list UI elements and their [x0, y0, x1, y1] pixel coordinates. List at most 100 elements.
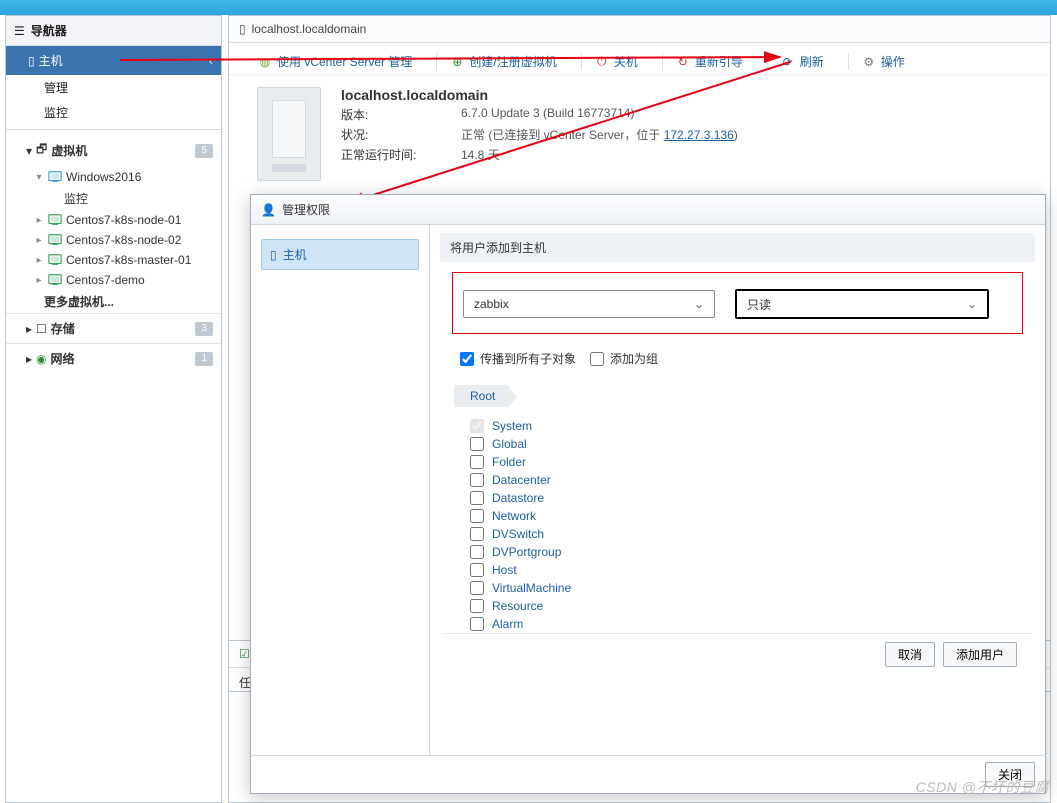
tool-refresh[interactable]: ⟳ 刷新 — [767, 53, 836, 70]
perm-label: VirtualMachine — [492, 581, 571, 595]
expander-icon[interactable]: ▾ — [26, 144, 32, 158]
expander-icon[interactable]: ▸ — [26, 352, 32, 366]
perm-label: Datastore — [492, 491, 544, 505]
perm-item-datacenter[interactable]: Datacenter — [470, 471, 1031, 489]
perm-label: Datacenter — [492, 473, 551, 487]
perm-checkbox[interactable] — [470, 509, 484, 523]
nav-network[interactable]: ▸ ◉ 网络 1 — [6, 343, 221, 373]
vm-name: Centos7-k8s-node-01 — [66, 213, 181, 227]
nav-host-sub-monitor[interactable]: 监控 — [6, 100, 221, 125]
navigator-panel: ☰ 导航器 ▯ 主机 ‹ 管理 监控 ▾ 🗗 虚拟机 5 ▾Windows201… — [5, 15, 222, 803]
vm-tree-item[interactable]: ▸Centos7-demo — [6, 270, 221, 290]
nav-storage[interactable]: ▸ ☐ 存储 3 — [6, 313, 221, 343]
dialog-main: 将用户添加到主机 zabbix ⌄ 只读 ⌄ 传播到所有子对象 — [430, 225, 1045, 755]
vm-tree-item[interactable]: ▾ Windows2016 — [6, 167, 221, 187]
tool-register-vm[interactable]: ⊕ 创建/注册虚拟机 — [436, 53, 568, 70]
perm-item-network[interactable]: Network — [470, 507, 1031, 525]
tool-reboot[interactable]: ↻ 重新引导 — [662, 53, 755, 70]
vm-tree-item[interactable]: ▸Centos7-k8s-node-02 — [6, 230, 221, 250]
btn-cancel[interactable]: 取消 — [885, 642, 935, 667]
perm-item-resource[interactable]: Resource — [470, 597, 1031, 615]
nav-vm-header[interactable]: ▾ 🗗 虚拟机 5 — [6, 134, 221, 167]
perm-checkbox[interactable] — [470, 581, 484, 595]
vm-tree-more[interactable]: 更多虚拟机... — [6, 290, 221, 313]
navigator-title: 导航器 — [31, 22, 67, 39]
expander-icon[interactable]: ▸ — [34, 275, 44, 286]
perm-item-global[interactable]: Global — [470, 435, 1031, 453]
host-info: localhost.localdomain 版本: 6.7.0 Update 3… — [229, 75, 1050, 189]
dialog-panel-title: 将用户添加到主机 — [440, 233, 1035, 262]
vm-tree-sub-monitor[interactable]: 监控 — [6, 187, 221, 210]
vm-tree: ▾Windows2016监控▸Centos7-k8s-node-01▸Cento… — [6, 167, 221, 313]
perm-item-alarm[interactable]: Alarm — [470, 615, 1031, 633]
perm-item-virtualmachine[interactable]: VirtualMachine — [470, 579, 1031, 597]
btn-close[interactable]: 关闭 — [985, 762, 1035, 787]
label-uptime: 正常运行时间: — [341, 146, 461, 163]
chk-propagate[interactable]: 传播到所有子对象 — [460, 350, 576, 367]
network-icon: ◉ — [36, 352, 46, 366]
perm-breadcrumb-root[interactable]: Root — [454, 385, 507, 407]
perm-label: Global — [492, 437, 527, 451]
datastore-icon: ☐ — [36, 322, 47, 336]
vm-count-badge: 5 — [195, 144, 213, 158]
perm-checkbox[interactable] — [470, 527, 484, 541]
role-select[interactable]: 只读 ⌄ — [735, 289, 989, 319]
chk-add-as-group[interactable]: 添加为组 — [590, 350, 658, 367]
perm-checkbox[interactable] — [470, 491, 484, 505]
chevron-down-icon: ⌄ — [694, 297, 704, 311]
perm-item-dvswitch[interactable]: DVSwitch — [470, 525, 1031, 543]
chevron-left-icon: ‹ — [209, 54, 213, 68]
perm-checkbox[interactable] — [470, 545, 484, 559]
tool-vcenter[interactable]: ◍ 使用 vCenter Server 管理 — [257, 53, 424, 70]
register-vm-icon: ⊕ — [449, 54, 465, 70]
perm-checkbox[interactable] — [470, 599, 484, 613]
expander-icon[interactable]: ▸ — [34, 235, 44, 246]
perm-item-system[interactable]: System — [470, 417, 1031, 435]
btn-add-user[interactable]: 添加用户 — [943, 642, 1017, 667]
perm-checkbox[interactable] — [470, 473, 484, 487]
vcenter-ip-link[interactable]: 172.27.3.136 — [664, 128, 734, 142]
perm-item-dvportgroup[interactable]: DVPortgroup — [470, 543, 1031, 561]
perm-item-datastore[interactable]: Datastore — [470, 489, 1031, 507]
perm-item-folder[interactable]: Folder — [470, 453, 1031, 471]
vm-folder-icon: 🗗 — [36, 140, 47, 161]
host-icon: ▯ — [270, 248, 277, 262]
app-top-strip — [0, 0, 1057, 15]
nav-item-host[interactable]: ▯ 主机 ‹ — [6, 46, 221, 75]
vm-icon — [48, 273, 62, 287]
expander-icon[interactable]: ▾ — [34, 172, 44, 183]
perm-label: Resource — [492, 599, 543, 613]
refresh-icon: ⟳ — [780, 54, 796, 70]
tool-actions[interactable]: ⚙ 操作 — [848, 53, 917, 70]
label-state: 状况: — [341, 126, 461, 143]
vm-tree-item[interactable]: ▸ Centos7-k8s-node-01 — [6, 210, 221, 230]
nav-vm-header-label: 虚拟机 — [51, 142, 87, 159]
perm-checkbox[interactable] — [470, 437, 484, 451]
server-icon: ▯ — [239, 22, 246, 36]
vm-name: Windows2016 — [66, 170, 141, 184]
shutdown-icon: ⏻ — [594, 54, 610, 70]
value-uptime: 14.8 天 — [461, 146, 738, 163]
tool-shutdown[interactable]: ⏻ 关机 — [581, 53, 650, 70]
dialog-title: 管理权限 — [282, 201, 330, 218]
role-select-value: 只读 — [747, 296, 771, 313]
perm-label: DVSwitch — [492, 527, 544, 541]
chk-propagate-box[interactable] — [460, 352, 474, 366]
vcenter-icon: ◍ — [257, 54, 273, 70]
perm-checkbox[interactable] — [470, 455, 484, 469]
chk-addgroup-box[interactable] — [590, 352, 604, 366]
perm-item-host[interactable]: Host — [470, 561, 1031, 579]
dialog-titlebar[interactable]: 👤 管理权限 — [251, 195, 1045, 225]
expander-icon[interactable]: ▸ — [34, 255, 44, 266]
expander-icon[interactable]: ▸ — [26, 322, 32, 336]
perm-label: Alarm — [492, 617, 523, 631]
user-select[interactable]: zabbix ⌄ — [463, 290, 715, 318]
dialog-side-item-host[interactable]: ▯ 主机 — [261, 239, 419, 270]
perm-checkbox[interactable] — [470, 563, 484, 577]
nav-host-sub-manage[interactable]: 管理 — [6, 75, 221, 100]
vm-name: Centos7-k8s-master-01 — [66, 253, 191, 267]
nav-storage-label: 存储 — [51, 320, 75, 337]
expander-icon[interactable]: ▸ — [34, 215, 44, 226]
vm-tree-item[interactable]: ▸ Centos7-k8s-master-01 — [6, 250, 221, 270]
perm-checkbox[interactable] — [470, 617, 484, 631]
